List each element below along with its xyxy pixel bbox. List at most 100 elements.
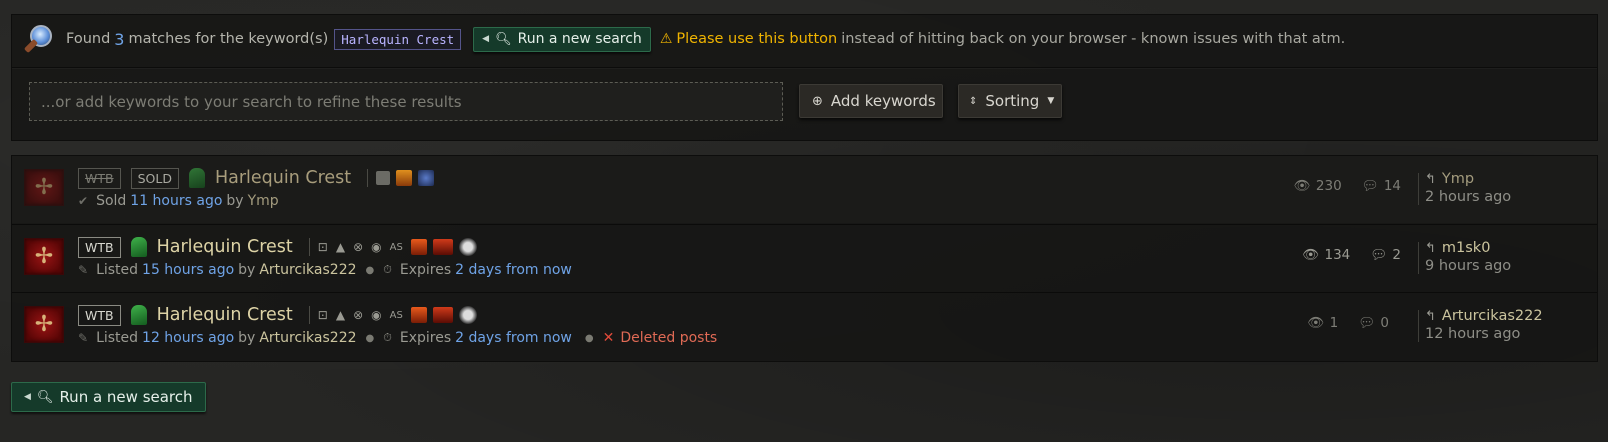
chevron-down-icon: ▼: [1047, 96, 1055, 106]
time-ago: 11 hours ago: [130, 193, 223, 209]
result-row[interactable]: ✢ WTB SOLD Harlequin Crest ✔ Sold 11 hou…: [12, 156, 1597, 223]
by-text: by: [238, 262, 256, 278]
region-label: AS: [389, 241, 403, 253]
results-panel: ✢ WTB SOLD Harlequin Crest ✔ Sold 11 hou…: [11, 155, 1598, 362]
battlenet-icon: ◉: [371, 240, 382, 254]
sort-icon: ⇕: [969, 95, 978, 107]
last-reply-user[interactable]: m1sk0: [1442, 240, 1491, 256]
last-reply: ↰ m1sk0 9 hours ago: [1425, 240, 1511, 274]
hardcore-icon: [410, 307, 427, 323]
caret-left-icon: ◀: [24, 392, 31, 402]
author-link[interactable]: Arturcikas222: [259, 262, 356, 278]
result-row[interactable]: ✢ WTB Harlequin Crest ⊡ ▲ ⊗ ◉ AS ✎ Liste…: [12, 292, 1597, 362]
time-ago: 15 hours ago: [142, 262, 235, 278]
author-link[interactable]: Arturcikas222: [259, 330, 356, 346]
warning-text: instead of hitting back on your browser …: [841, 31, 1346, 47]
divider: [12, 67, 1597, 68]
feather-icon: ✎: [78, 263, 89, 277]
xbox-icon: ⊗: [353, 240, 364, 254]
wtb-tag: WTB: [78, 167, 121, 189]
run-new-search-label: Run a new search: [517, 31, 642, 47]
item-name[interactable]: Harlequin Crest: [215, 168, 351, 188]
wtb-tag: WTB: [78, 304, 121, 326]
sorting-dropdown[interactable]: ⇕ Sorting ▼: [958, 84, 1062, 118]
by-text: by: [238, 330, 256, 346]
switch-icon: ⊡: [317, 308, 328, 322]
helm-icon: [130, 237, 147, 257]
divider: [367, 169, 369, 187]
bullet: ●: [365, 332, 375, 344]
magnifier-plus-icon: ⊕: [812, 93, 823, 109]
time-ago: 12 hours ago: [142, 330, 235, 346]
playstation-icon: ▲: [335, 240, 346, 254]
ladder-icon: [432, 307, 453, 323]
add-keywords-button[interactable]: ⊕ Add keywords: [799, 84, 943, 118]
keyword-chip: Harlequin Crest: [334, 28, 462, 50]
eye-icon: 👁︎: [1293, 178, 1311, 194]
divider: [308, 238, 310, 256]
region-label: AS: [389, 309, 403, 321]
comment-icon: 💬︎: [1370, 247, 1388, 263]
view-count: 1: [1329, 315, 1339, 331]
comment-count: 2: [1392, 247, 1401, 263]
helm-icon: [188, 168, 205, 188]
reply-arrow-icon: ↰: [1425, 309, 1436, 324]
sorting-label: Sorting: [985, 92, 1040, 110]
comment-count: 14: [1383, 178, 1401, 194]
close-icon: ✕: [602, 330, 615, 346]
windows-icon: [376, 171, 391, 185]
battlenet-icon: ◉: [371, 308, 382, 322]
matches-text: matches for the keyword(s): [128, 31, 329, 47]
skull-icon: [458, 238, 477, 256]
search-panel: Found 3 matches for the keyword(s) Harle…: [11, 14, 1598, 141]
reply-arrow-icon: ↰: [1425, 172, 1436, 187]
found-prefix: Found: [66, 31, 111, 47]
post-stats: 👁︎ 134 💬︎ 2: [1302, 247, 1401, 263]
xbox-icon: ⊗: [353, 308, 364, 322]
post-stats: 👁︎ 1 💬︎ 0: [1308, 315, 1389, 331]
magnifier-icon: 🔍︎: [36, 389, 54, 405]
deleted-posts-label: Deleted posts: [620, 330, 718, 346]
expires-value: 2 days from now: [455, 262, 572, 278]
ladder-icon: [432, 239, 453, 255]
last-reply-user[interactable]: Ymp: [1442, 171, 1474, 187]
last-reply-user[interactable]: Arturcikas222: [1442, 308, 1543, 324]
check-icon: ✔: [78, 194, 89, 208]
playstation-icon: ▲: [335, 308, 346, 322]
emblem-icon: ✢: [24, 306, 64, 343]
add-keywords-label: Add keywords: [830, 92, 936, 110]
expires-label: Expires: [399, 330, 452, 346]
caret-left-icon: ◀: [482, 34, 490, 44]
ladder-icon: [396, 170, 413, 186]
comment-icon: 💬︎: [1358, 315, 1376, 331]
search-logo-icon: [23, 23, 56, 55]
hardcore-icon: [410, 239, 427, 255]
timer-icon: ⏱: [383, 263, 392, 276]
run-new-search-button[interactable]: ◀ 🔍︎ Run a new search: [473, 26, 651, 52]
refine-search-input[interactable]: [29, 82, 783, 121]
last-reply: ↰ Arturcikas222 12 hours ago: [1425, 308, 1543, 342]
bullet: ●: [365, 264, 375, 276]
last-reply: ↰ Ymp 2 hours ago: [1425, 171, 1511, 205]
status-verb: Listed: [96, 330, 139, 346]
sold-tag: SOLD: [130, 167, 179, 189]
run-new-search-label: Run a new search: [59, 388, 193, 406]
warning-link[interactable]: Please use this button: [676, 31, 837, 47]
result-row[interactable]: ✢ WTB Harlequin Crest ⊡ ▲ ⊗ ◉ AS ✎ Liste…: [12, 224, 1597, 291]
post-stats: 👁︎ 230 💬︎ 14: [1294, 178, 1401, 194]
author-link[interactable]: Ymp: [248, 193, 279, 209]
item-name[interactable]: Harlequin Crest: [157, 237, 293, 257]
last-reply-time: 9 hours ago: [1425, 258, 1512, 274]
reply-arrow-icon: ↰: [1425, 241, 1436, 256]
emblem-icon: ✢: [24, 169, 64, 206]
expires-label: Expires: [399, 262, 452, 278]
run-new-search-button-bottom[interactable]: ◀ 🔍︎ Run a new search: [11, 382, 206, 412]
status-verb: Sold: [96, 193, 127, 209]
comment-count: 0: [1380, 315, 1389, 331]
bullet: ●: [584, 332, 594, 344]
item-name[interactable]: Harlequin Crest: [157, 305, 293, 325]
divider: [1418, 173, 1419, 205]
helm-icon: [130, 305, 147, 325]
switch-icon: ⊡: [317, 240, 328, 254]
status-verb: Listed: [96, 262, 139, 278]
